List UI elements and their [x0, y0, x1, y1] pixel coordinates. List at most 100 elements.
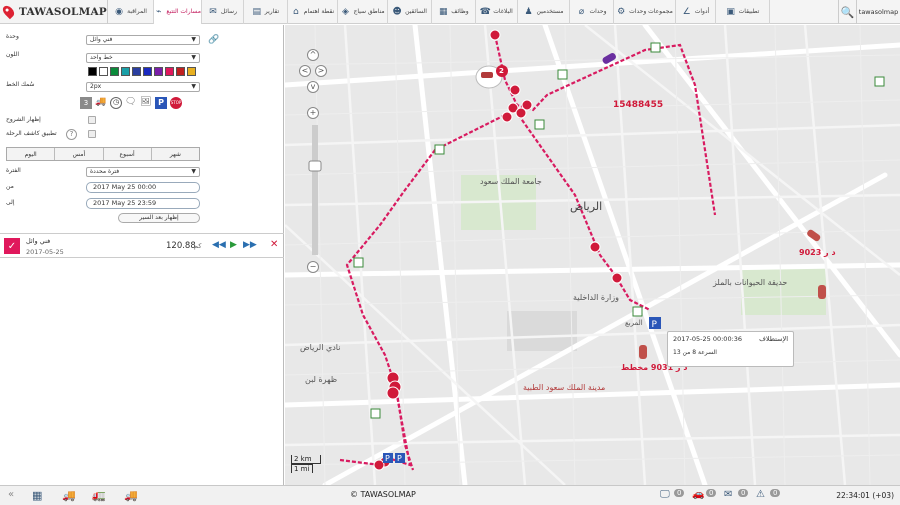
period-select[interactable]: فترة محددة ▼ — [86, 167, 200, 177]
show-trips-checkbox[interactable] — [88, 116, 96, 124]
pan-left-icon[interactable]: < — [299, 65, 311, 77]
unit-label: وحدة — [6, 33, 19, 40]
poi-label: حديقة الحيوانات بالملز — [713, 278, 788, 287]
copyright: © TAWASOLMAP — [350, 490, 416, 499]
nav-item[interactable]: ✉ رسائل — [202, 0, 244, 24]
users-icon: ♟ — [524, 6, 533, 17]
vehicle-plate[interactable]: 15488455 — [613, 100, 663, 110]
poi-label: جامعة الملك سعود — [480, 177, 542, 186]
color-swatch[interactable] — [143, 67, 152, 76]
rewind-icon[interactable]: ◀◀ — [212, 240, 226, 250]
user-name[interactable]: tawasolmap — [856, 0, 900, 24]
from-date-input[interactable]: 2017 May 25 00:00 — [86, 182, 200, 193]
tracks-icon: ⌁ — [155, 6, 162, 17]
period-label: الفترة — [6, 167, 21, 174]
image-icon[interactable]: 🖼 — [140, 97, 152, 109]
nav-item[interactable]: ⌀ وحدات — [570, 0, 614, 24]
chevron-down-icon: ▼ — [191, 83, 196, 90]
checkmark-icon[interactable]: ✓ — [4, 238, 20, 254]
car-icon[interactable]: 🚗 — [692, 489, 704, 500]
color-swatch[interactable] — [165, 67, 174, 76]
color-swatch[interactable] — [176, 67, 185, 76]
pan-up-icon[interactable]: ^ — [307, 49, 319, 61]
stop-icon[interactable]: STOP — [170, 97, 182, 109]
map-view[interactable]: P P P الرياض جامعة الملك سعود وزارة الدا… — [285, 25, 900, 485]
pan-down-icon[interactable]: v — [307, 81, 319, 93]
follow-checkbox[interactable] — [88, 130, 96, 138]
parking-icon[interactable]: P — [155, 97, 167, 109]
color-swatch[interactable] — [154, 67, 163, 76]
to-date-input[interactable]: 2017 May 25 23:59 — [86, 198, 200, 209]
color-swatch[interactable] — [121, 67, 130, 76]
cluster-count: 2 — [499, 67, 504, 75]
nav-item[interactable]: ☻ السائقين — [388, 0, 432, 24]
stop-marker — [611, 272, 623, 284]
color-swatch[interactable] — [110, 67, 119, 76]
collapse-icon[interactable]: « — [8, 489, 14, 500]
nav-item[interactable]: ▣ تطبيقات — [716, 0, 770, 24]
mail-icon[interactable]: ✉ — [724, 489, 732, 500]
zoom-out-icon[interactable]: − — [307, 261, 319, 273]
geofence-icon: ◈ — [341, 6, 349, 17]
color-swatch[interactable] — [132, 67, 141, 76]
nav-item[interactable]: ⌂ نقطة اهتمام — [288, 0, 338, 24]
zoom-in-icon[interactable]: + — [307, 107, 319, 119]
tab-period[interactable]: اليوم — [7, 148, 56, 160]
nav-item[interactable]: ▤ تقارير — [244, 0, 288, 24]
truck-route-icon[interactable]: 🚚 — [124, 489, 138, 502]
color-swatch[interactable] — [88, 67, 97, 76]
close-icon[interactable]: ✕ — [270, 239, 278, 250]
car-icon — [481, 72, 493, 78]
stop-marker — [386, 386, 400, 400]
truck-icon[interactable]: 🚚 — [62, 489, 76, 502]
color-swatch[interactable] — [99, 67, 108, 76]
nav-item-label: وحدات — [589, 8, 607, 15]
flag-marker — [650, 42, 661, 53]
trucks-icon[interactable]: 🚛 — [92, 489, 106, 502]
nav-item[interactable]: ▦ وظائف — [432, 0, 476, 24]
chevron-down-icon: ▼ — [191, 168, 196, 175]
tab-period[interactable]: شهر — [151, 148, 199, 160]
nav-item[interactable]: ⚙ مجموعات وحدات — [614, 0, 676, 24]
tab-period[interactable]: أمس — [55, 148, 104, 160]
show-track-button[interactable]: إظهار بعد السير — [118, 213, 200, 223]
thickness-select[interactable]: 2px ▼ — [86, 82, 200, 92]
trips-icon[interactable]: 🚚 — [95, 97, 107, 109]
color-swatch[interactable] — [187, 67, 196, 76]
zoo-area — [741, 265, 826, 315]
trip-distance: 120.88 — [166, 241, 196, 251]
nav-item[interactable]: ⌁ مسارات التتبع — [154, 0, 202, 24]
tab-period[interactable]: أسبوع — [103, 148, 152, 160]
poi-label: نادي الرياض — [300, 343, 341, 352]
nav-item[interactable]: ◈ مناطق سياج — [338, 0, 388, 24]
unit-select[interactable]: فني وائل ▼ — [86, 35, 200, 45]
number-icon[interactable]: 3 — [80, 97, 92, 109]
distance-unit: كم — [194, 242, 202, 250]
event-popup[interactable]: 2017-05-25 00:00:36 الإستطلاف السرعة 8 م… — [667, 331, 794, 367]
color-mode-select[interactable]: خط واحد ▼ — [86, 53, 200, 63]
play-icon[interactable]: ▶ — [230, 240, 237, 250]
clock-icon[interactable]: ◷ — [110, 97, 122, 109]
color-swatches — [88, 67, 198, 76]
vehicle-plate[interactable]: د ر 9023 — [799, 248, 836, 257]
svg-text:P: P — [385, 454, 390, 463]
comment-icon[interactable]: 🗨 — [125, 97, 137, 109]
app-logo[interactable]: TAWASOLMAP — [0, 0, 108, 24]
search-icon[interactable]: 🔍 — [838, 0, 856, 24]
nav-item[interactable]: ◉ المراقبة — [108, 0, 154, 24]
alert-icon[interactable]: ⚠ — [756, 489, 765, 500]
grid-icon[interactable]: ▦ — [32, 489, 42, 502]
pan-right-icon[interactable]: > — [315, 65, 327, 77]
flag-marker — [434, 144, 445, 155]
svg-text:P: P — [397, 454, 402, 463]
nav-item[interactable]: ∠ أدوات — [676, 0, 716, 24]
nav-item[interactable]: ♟ مستخدمين — [518, 0, 570, 24]
flag-marker — [557, 69, 568, 80]
city-label: الرياض — [570, 200, 603, 213]
link-icon[interactable]: 🔗 — [208, 35, 219, 45]
help-icon[interactable]: ? — [66, 129, 77, 140]
nav-item[interactable]: ☎ البلاغات — [476, 0, 518, 24]
trip-row[interactable]: ✓ فني وائل 2017-05-25 120.88 كم ◀◀ ▶ ▶▶ … — [0, 233, 284, 258]
fast-forward-icon[interactable]: ▶▶ — [243, 240, 257, 250]
monitor-icon[interactable]: 🖵 — [660, 489, 670, 500]
